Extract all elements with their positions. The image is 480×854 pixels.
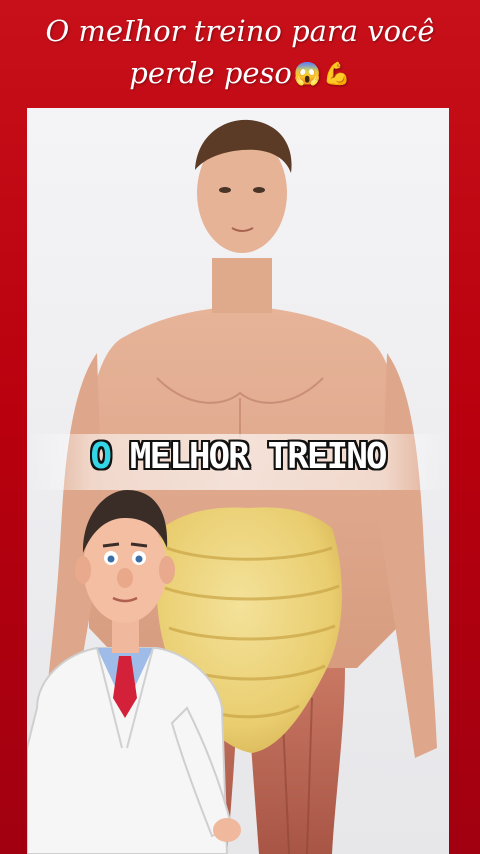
video-frame[interactable]: O MELHOR TREINO	[27, 108, 449, 854]
caption-highlight-word: O	[90, 436, 112, 477]
title-line-2: perde peso	[129, 56, 292, 90]
shocked-face-icon: 😱	[293, 62, 322, 87]
title-line-2-wrap: perde peso😱💪	[0, 52, 480, 96]
video-caption: O MELHOR TREINO	[27, 436, 449, 477]
flexed-biceps-icon: 💪	[323, 62, 351, 87]
caption-text: MELHOR TREINO	[129, 436, 388, 477]
title-line-1: O meIhor treino para você	[45, 14, 435, 48]
title-caption: O meIhor treino para você perde peso😱💪	[0, 10, 480, 96]
